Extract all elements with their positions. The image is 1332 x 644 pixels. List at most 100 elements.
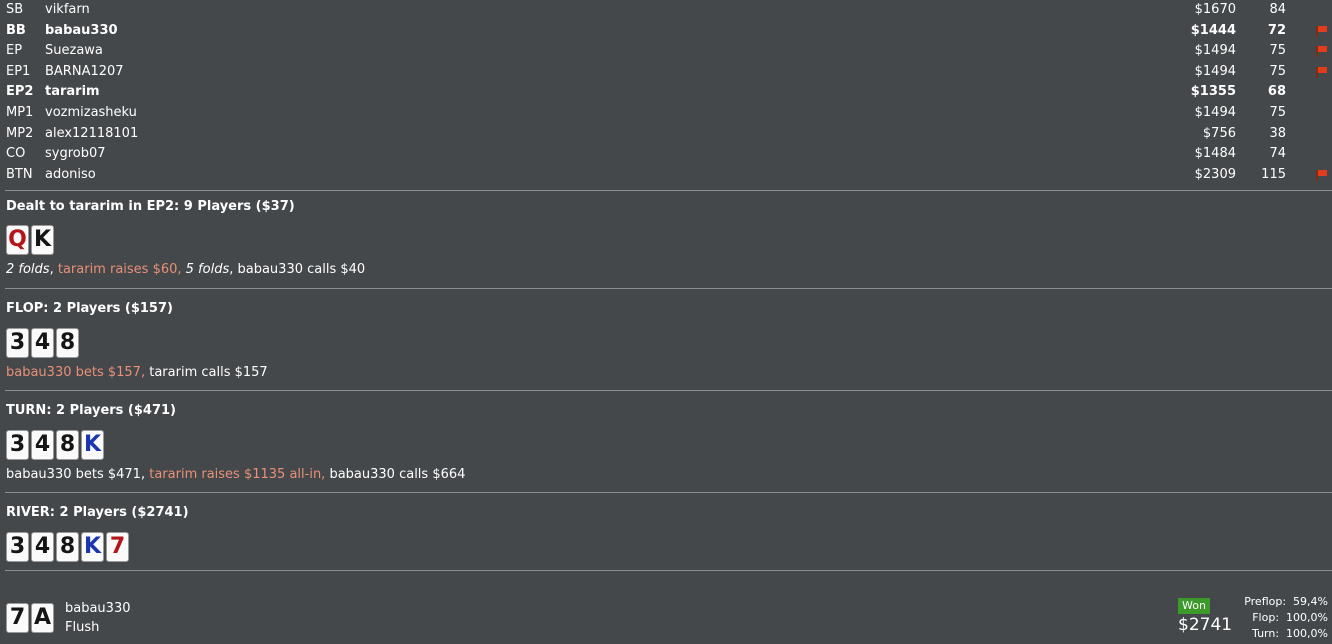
player-stack: $1355: [1190, 84, 1236, 100]
playing-card: 7: [6, 603, 29, 633]
action-text: babau330 bets $157,: [6, 365, 146, 380]
divider: [5, 390, 1332, 391]
equity-label: Turn:: [1252, 627, 1280, 640]
playing-card: 7: [106, 532, 129, 562]
player-name: babau330: [45, 22, 118, 38]
player-row[interactable]: CO sygrob07 $1484 74: [0, 144, 1332, 165]
player-bb: 75: [1269, 63, 1286, 79]
player-bb: 75: [1269, 104, 1286, 120]
action-text: tararim raises $60,: [57, 262, 182, 277]
player-row[interactable]: MP2 alex12118101 $756 38: [0, 124, 1332, 145]
flag-icon: [1316, 169, 1328, 181]
player-row[interactable]: MP1 vozmizasheku $1494 75: [0, 103, 1332, 124]
flag-cloth: [1318, 169, 1327, 176]
playing-card: 4: [31, 532, 54, 562]
divider: [5, 190, 1332, 191]
player-stack: $1494: [1194, 104, 1236, 120]
player-bb: 84: [1269, 2, 1286, 17]
player-name: sygrob07: [45, 146, 106, 162]
player-bb: 75: [1269, 43, 1286, 59]
player-position: BTN: [6, 166, 33, 182]
flop-actions: babau330 bets $157, tararim calls $157: [6, 365, 268, 380]
action-text: tararim calls $157: [149, 365, 268, 380]
showdown-cards: 7A: [6, 603, 56, 633]
turn-actions: babau330 bets $471, tararim raises $1135…: [6, 467, 465, 482]
river-cards: 348K7: [6, 532, 131, 562]
action-text: 2 folds: [6, 262, 50, 277]
player-row[interactable]: EP Suezawa $1494 75: [0, 41, 1332, 62]
player-row[interactable]: EP1 BARNA1207 $1494 75: [0, 62, 1332, 83]
player-position: MP2: [6, 125, 34, 141]
playing-card: Q: [6, 225, 29, 255]
equity-value: 100,0%: [1286, 627, 1328, 640]
player-bb: 74: [1269, 146, 1286, 162]
equity-value: 100,0%: [1286, 611, 1328, 624]
equity-value: 59,4%: [1293, 595, 1328, 608]
player-stack: $1484: [1194, 146, 1236, 162]
flag-cloth: [1318, 66, 1327, 73]
playing-card: A: [31, 603, 54, 633]
playing-card: K: [31, 225, 54, 255]
playing-card: 8: [56, 328, 79, 358]
flag-cloth: [1318, 46, 1327, 53]
player-list: SB vikfarn $1670 84 BB babau330 $1444 72 EP Sueza…: [0, 0, 1332, 185]
hole-cards: QK: [6, 225, 56, 255]
flag-cloth: [1318, 25, 1327, 32]
player-position: CO: [6, 146, 26, 162]
player-row[interactable]: EP2 tararim $1355 68: [0, 82, 1332, 103]
playing-card: K: [81, 532, 104, 562]
player-bb: 68: [1267, 84, 1286, 100]
divider: [5, 570, 1332, 571]
player-row[interactable]: SB vikfarn $1670 84: [0, 0, 1332, 21]
turn-cards: 348K: [6, 430, 106, 460]
player-position: EP: [6, 43, 23, 59]
playing-card: 3: [6, 430, 29, 460]
player-position: BB: [6, 22, 26, 38]
flag-icon: [1316, 46, 1328, 58]
action-text: babau330 calls $40: [237, 262, 366, 277]
playing-card: 3: [6, 328, 29, 358]
action-text: 5 folds: [185, 262, 230, 277]
equity-preflop: Preflop: 59,4%: [1244, 595, 1328, 608]
player-bb: 38: [1269, 125, 1286, 141]
playing-card: 4: [31, 328, 54, 358]
player-stack: $756: [1202, 125, 1236, 141]
flag-icon: [1316, 66, 1328, 78]
player-name: BARNA1207: [45, 63, 124, 79]
player-bb: 115: [1261, 166, 1286, 182]
player-name: alex12118101: [45, 125, 139, 141]
flop-title: FLOP: 2 Players ($157): [6, 301, 173, 316]
equity-flop: Flop: 100,0%: [1252, 611, 1328, 624]
player-bb: 72: [1267, 22, 1286, 38]
flop-cards: 348: [6, 328, 81, 358]
preflop-title: Dealt to tararim in EP2: 9 Players ($37): [6, 199, 295, 214]
equity-label: Preflop:: [1244, 595, 1287, 608]
player-position: MP1: [6, 104, 34, 120]
player-name: tararim: [45, 84, 100, 100]
player-position: EP2: [6, 84, 34, 100]
flag-icon: [1316, 25, 1328, 37]
showdown-hand: Flush: [65, 620, 100, 635]
player-name: vikfarn: [45, 2, 90, 17]
player-row[interactable]: BTN adoniso $2309 115: [0, 165, 1332, 186]
player-position: EP1: [6, 63, 31, 79]
player-stack: $2309: [1194, 166, 1236, 182]
action-text: babau330 calls $664: [329, 467, 466, 482]
playing-card: 8: [56, 532, 79, 562]
equity-label: Flop:: [1252, 611, 1280, 624]
player-stack: $1494: [1194, 63, 1236, 79]
playing-card: 4: [31, 430, 54, 460]
divider: [5, 492, 1332, 493]
player-row[interactable]: BB babau330 $1444 72: [0, 21, 1332, 42]
won-badge: Won: [1178, 598, 1210, 614]
player-position: SB: [6, 2, 24, 17]
player-name: adoniso: [45, 166, 96, 182]
player-stack: $1494: [1194, 43, 1236, 59]
showdown-player: babau330: [65, 601, 131, 616]
preflop-actions: 2 folds, tararim raises $60, 5 folds, ba…: [6, 262, 366, 277]
won-amount: $2741: [1178, 615, 1233, 635]
action-text: babau330 bets $471,: [6, 467, 146, 482]
player-stack: $1670: [1194, 2, 1236, 17]
turn-title: TURN: 2 Players ($471): [6, 403, 176, 418]
player-name: vozmizasheku: [45, 104, 137, 120]
